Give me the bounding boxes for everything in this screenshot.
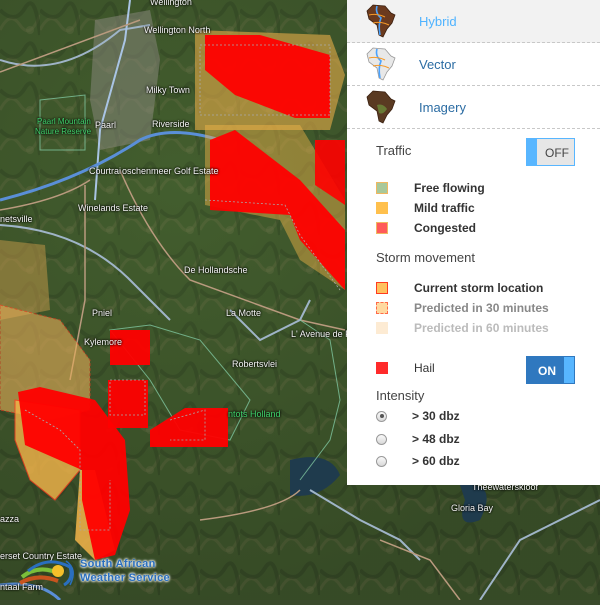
traffic-title: Traffic — [376, 143, 412, 158]
hail-cell — [108, 380, 148, 428]
legend-label: Current storm location — [414, 281, 544, 295]
swatch-free-flowing — [376, 182, 388, 194]
map-label: Paarl — [95, 120, 117, 130]
map-label: Robertsvlei — [232, 359, 278, 369]
intensity-option-48[interactable]: > 48 dbz — [376, 431, 460, 447]
map-label: Pniel — [92, 308, 113, 318]
map-control-panel: Hybrid Vector Imagery Traffic OFF Free f… — [347, 0, 600, 485]
layer-option-hybrid[interactable]: Hybrid — [347, 0, 600, 43]
hail-cell — [110, 330, 150, 365]
radio-button[interactable] — [376, 455, 387, 467]
storm-title: Storm movement — [376, 250, 475, 265]
map-label: Wellington — [150, 0, 192, 7]
traffic-toggle[interactable]: OFF — [526, 138, 575, 166]
map-label: Gloria Bay — [451, 503, 494, 513]
radio-button[interactable] — [376, 433, 387, 445]
saws-swirl-icon — [19, 560, 74, 587]
radio-label: > 30 dbz — [412, 409, 460, 423]
hail-toggle[interactable]: ON — [526, 356, 575, 384]
africa-vector-icon — [366, 47, 396, 81]
legend-label: Mild traffic — [414, 201, 475, 215]
legend-hail: Hail — [376, 360, 435, 376]
map-label: Riverside — [152, 119, 190, 129]
map-label: Courtrai — [89, 166, 122, 176]
africa-imagery-icon — [366, 90, 396, 124]
radio-button[interactable] — [376, 410, 387, 422]
legend-label: Congested — [414, 221, 477, 235]
map-label: Winelands Estate — [78, 203, 149, 213]
legend-congested: Congested — [376, 220, 476, 236]
toggle-state: OFF — [545, 146, 569, 160]
map-label: netsville — [0, 214, 33, 224]
intensity-option-60[interactable]: > 60 dbz — [376, 453, 460, 469]
legend-free-flowing: Free flowing — [376, 180, 485, 196]
africa-hybrid-icon — [366, 4, 396, 38]
toggle-knob — [564, 357, 574, 383]
legend-current-storm: Current storm location — [376, 280, 543, 296]
legend-label: Hail — [414, 361, 435, 375]
swatch-mild-traffic — [376, 202, 388, 214]
swatch-predicted-30 — [376, 302, 388, 314]
layer-label: Vector — [419, 56, 456, 72]
map-label: oschenmeer Golf Estate — [122, 166, 219, 176]
map-label: azza — [0, 514, 20, 524]
radio-label: > 60 dbz — [412, 454, 460, 468]
logo-text-line2: Weather Service — [80, 572, 170, 584]
legend-label: Predicted in 30 minutes — [414, 301, 549, 315]
map-label: La Motte — [226, 308, 262, 318]
legend-mild-traffic: Mild traffic — [376, 200, 475, 216]
legend-predicted-30: Predicted in 30 minutes — [376, 300, 549, 316]
map-label: L' Avenue de Fr — [291, 329, 354, 339]
radio-label: > 48 dbz — [412, 432, 460, 446]
map-label: Nature Reserve — [35, 127, 92, 136]
logo-text-line1: South African — [80, 558, 156, 570]
swatch-congested — [376, 222, 388, 234]
legend-label: Predicted in 60 minutes — [414, 321, 549, 335]
swatch-predicted-60 — [376, 322, 388, 334]
map-label: Paarl Mountain — [37, 117, 91, 126]
layer-label: Hybrid — [419, 13, 457, 29]
layer-label: Imagery — [419, 99, 466, 115]
map-label: Kylemore — [84, 337, 123, 347]
swatch-hail — [376, 362, 388, 374]
map-label: ntots Holland — [228, 409, 281, 419]
intensity-title: Intensity — [376, 388, 425, 403]
legend-label: Free flowing — [414, 181, 485, 195]
intensity-option-30[interactable]: > 30 dbz — [376, 408, 460, 424]
swatch-current-storm — [376, 282, 388, 294]
layer-option-imagery[interactable]: Imagery — [347, 86, 600, 129]
layer-option-vector[interactable]: Vector — [347, 43, 600, 86]
map-label: Milky Town — [146, 85, 190, 95]
map-label: Wellington North — [144, 25, 211, 35]
toggle-state: ON — [538, 364, 556, 378]
legend-predicted-60: Predicted in 60 minutes — [376, 320, 549, 336]
toggle-knob — [527, 139, 537, 165]
map-label: De Hollandsche — [184, 265, 248, 275]
saws-logo: South African Weather Service — [18, 555, 178, 589]
